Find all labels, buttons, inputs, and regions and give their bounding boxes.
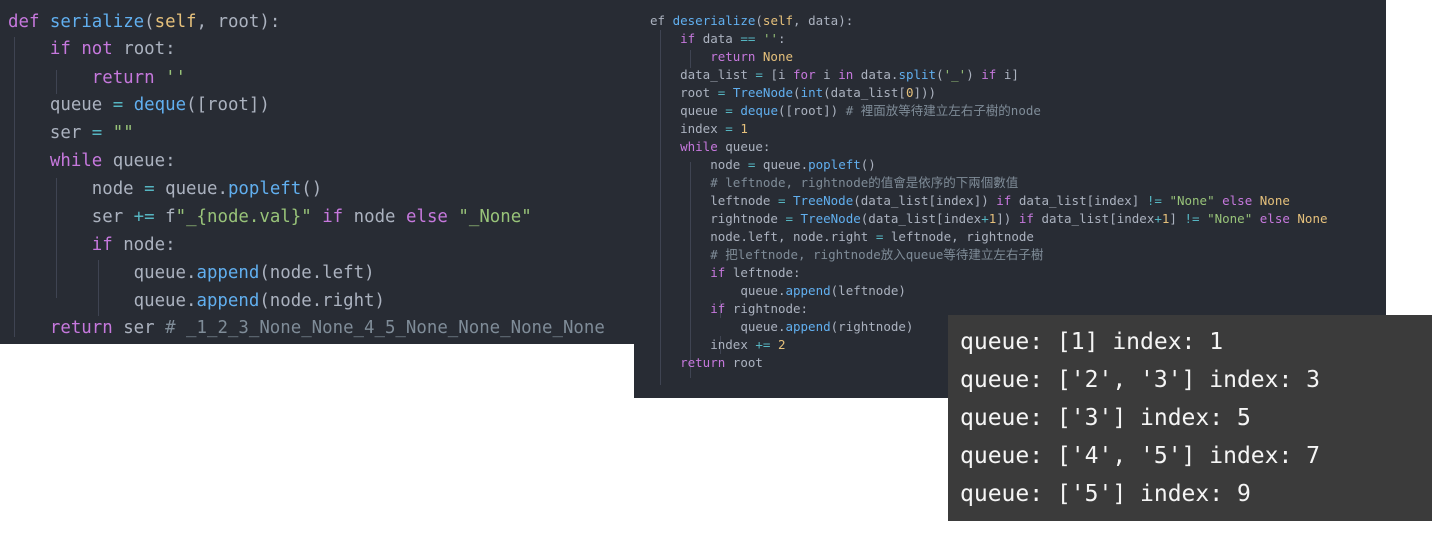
code-line-16: queue.append(leftnode) (740, 283, 906, 298)
code-line-10: queue.append(node.left) (133, 263, 375, 283)
output-line-2: queue: ['2', '3'] index: 3 (960, 367, 1321, 393)
code-line-4: queue = deque([root]) (49, 95, 270, 115)
code-line-5: ser = "" (49, 123, 134, 143)
output-line-3: queue: ['3'] index: 5 (960, 405, 1251, 431)
code-line-5: root = TreeNode(int(data_list[0])) (680, 85, 937, 100)
code-line-6: while queue: (49, 151, 176, 171)
code-line-1: def serialize(self, root): (8, 12, 281, 32)
code-line-12: rightnode = TreeNode(data_list[index+1])… (710, 211, 1328, 226)
code-line-2: if data == '': (680, 31, 786, 46)
code-line-9: node = queue.popleft() (710, 157, 876, 172)
output-line-5: queue: ['5'] index: 9 (960, 481, 1251, 507)
code-line-14: # 把leftnode, rightnode放入queue等待建立左右子樹 (702, 247, 1044, 262)
code-line-11: queue.append(node.right) (133, 291, 386, 311)
code-line-1: ef deserialize(self, data): (650, 13, 854, 28)
code-line-10: # leftnode, rightnode的值會是依序的下兩個數值 (702, 175, 1019, 190)
serialize-code-panel: def serialize(self, root): if not root: … (0, 0, 634, 344)
code-line-15: if leftnode: (710, 265, 801, 280)
code-line-12: return ser # _1_2_3_None_None_4_5_None_N… (49, 318, 605, 338)
code-line-20: return root (680, 355, 763, 370)
code-line-8: ser += f"_{node.val}" if node else "_Non… (91, 207, 532, 227)
code-line-9: if node: (91, 235, 176, 255)
code-line-8: while queue: (680, 139, 771, 154)
code-line-4: data_list = [i for i in data.split('_') … (680, 67, 1019, 82)
code-line-17: if rightnode: (710, 301, 809, 316)
code-line-6: queue = deque([root]) # 裡面放等待建立左右子樹的node (680, 103, 1041, 118)
console-output-panel: queue: [1] index: 1 queue: ['2', '3'] in… (948, 315, 1432, 521)
output-line-1: queue: [1] index: 1 (960, 329, 1224, 355)
code-line-3: return None (710, 49, 794, 64)
code-line-3: return '' (91, 68, 187, 88)
code-line-19: index += 2 (710, 337, 786, 352)
output-line-4: queue: ['4', '5'] index: 7 (960, 443, 1321, 469)
code-line-11: leftnode = TreeNode(data_list[index]) if… (710, 193, 1290, 208)
code-line-7: node = queue.popleft() (91, 179, 323, 199)
code-line-18: queue.append(rightnode) (740, 319, 914, 334)
code-line-7: index = 1 (680, 121, 748, 136)
code-line-13: node.left, node.right = leftnode, rightn… (710, 229, 1034, 244)
code-line-2: if not root: (49, 39, 176, 59)
